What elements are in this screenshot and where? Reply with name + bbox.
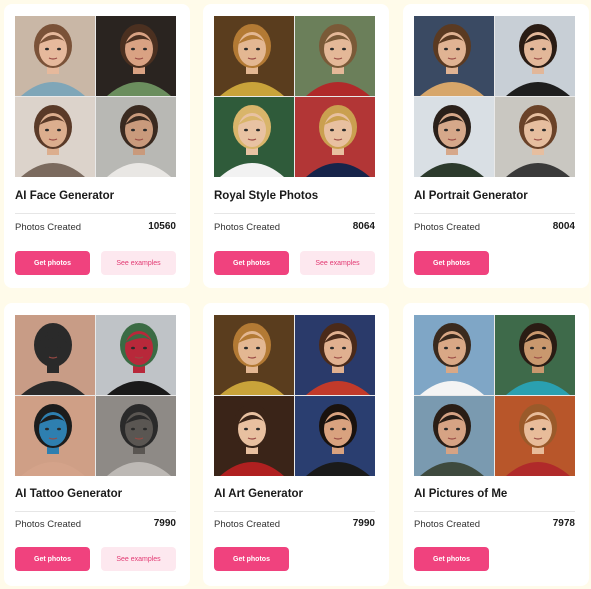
card-title: AI Art Generator — [214, 488, 304, 500]
get-photos-button[interactable]: Get photos — [15, 251, 90, 275]
divider — [414, 213, 575, 214]
sample-photo — [96, 315, 176, 395]
sample-photo — [495, 396, 575, 476]
sample-tile — [495, 97, 575, 177]
sample-mosaic — [214, 315, 375, 476]
sample-photo — [495, 16, 575, 96]
photos-count: 8064 — [352, 221, 375, 232]
card-title: AI Tattoo Generator — [15, 488, 123, 500]
divider — [214, 213, 375, 214]
sample-tile — [295, 97, 375, 177]
sample-tile — [15, 97, 95, 177]
sample-tile — [495, 16, 575, 96]
tool-card[interactable]: AI Tattoo Generator Photos Created 7990 … — [4, 303, 190, 586]
photos-count: 8004 — [552, 221, 575, 232]
card-title: AI Pictures of Me — [414, 488, 508, 500]
sample-mosaic — [15, 16, 176, 177]
sample-photo — [295, 16, 375, 96]
stat-label: Photos Created — [414, 519, 481, 530]
sample-photo — [214, 396, 294, 476]
tool-card[interactable]: AI Face Generator Photos Created 10560 G… — [4, 4, 190, 288]
sample-tile — [495, 315, 575, 395]
sample-photo — [414, 16, 494, 96]
sample-tile — [414, 315, 494, 395]
sample-photo — [214, 315, 294, 395]
sample-tile — [214, 396, 294, 476]
sample-tile — [295, 396, 375, 476]
divider — [214, 511, 375, 512]
get-photos-button[interactable]: Get photos — [414, 251, 489, 275]
tools-grid: AI Face Generator Photos Created 10560 G… — [0, 0, 591, 589]
divider — [15, 213, 176, 214]
sample-mosaic — [414, 315, 575, 476]
sample-tile — [15, 16, 95, 96]
see-examples-button[interactable]: See examples — [101, 547, 176, 571]
sample-tile — [414, 97, 494, 177]
sample-mosaic — [214, 16, 375, 177]
stat-label: Photos Created — [214, 519, 281, 530]
see-examples-button[interactable]: See examples — [300, 251, 375, 275]
sample-tile — [414, 16, 494, 96]
sample-photo — [414, 315, 494, 395]
stat-label: Photos Created — [15, 519, 82, 530]
get-photos-button[interactable]: Get photos — [414, 547, 489, 571]
tool-card[interactable]: Royal Style Photos Photos Created 8064 G… — [203, 4, 389, 288]
sample-tile — [214, 16, 294, 96]
divider — [414, 511, 575, 512]
sample-photo — [295, 315, 375, 395]
sample-tile — [96, 315, 176, 395]
sample-photo — [495, 97, 575, 177]
get-photos-button[interactable]: Get photos — [214, 547, 289, 571]
photos-count: 10560 — [148, 221, 176, 232]
card-title: AI Face Generator — [15, 190, 115, 202]
tool-card[interactable]: AI Portrait Generator Photos Created 800… — [403, 4, 589, 288]
photos-count: 7990 — [352, 518, 375, 529]
card-title: AI Portrait Generator — [414, 190, 528, 202]
sample-tile — [96, 396, 176, 476]
sample-photo — [214, 16, 294, 96]
sample-tile — [15, 396, 95, 476]
stat-label: Photos Created — [15, 222, 82, 233]
see-examples-button[interactable]: See examples — [101, 251, 176, 275]
sample-photo — [96, 396, 176, 476]
card-title: Royal Style Photos — [214, 190, 319, 202]
sample-mosaic — [15, 315, 176, 476]
sample-mosaic — [414, 16, 575, 177]
sample-tile — [15, 315, 95, 395]
tool-card[interactable]: AI Art Generator Photos Created 7990 Get… — [203, 303, 389, 586]
sample-tile — [414, 396, 494, 476]
photos-count: 7978 — [552, 518, 575, 529]
divider — [15, 511, 176, 512]
sample-tile — [214, 315, 294, 395]
sample-tile — [295, 315, 375, 395]
stat-label: Photos Created — [414, 222, 481, 233]
tool-card[interactable]: AI Pictures of Me Photos Created 7978 Ge… — [403, 303, 589, 586]
sample-tile — [295, 16, 375, 96]
sample-tile — [96, 97, 176, 177]
sample-photo — [96, 16, 176, 96]
sample-photo — [414, 396, 494, 476]
sample-tile — [495, 396, 575, 476]
stat-label: Photos Created — [214, 222, 281, 233]
sample-photo — [15, 315, 95, 395]
sample-photo — [15, 16, 95, 96]
sample-photo — [414, 97, 494, 177]
sample-photo — [15, 97, 95, 177]
sample-photo — [15, 396, 95, 476]
sample-photo — [96, 97, 176, 177]
get-photos-button[interactable]: Get photos — [15, 547, 90, 571]
sample-tile — [96, 16, 176, 96]
sample-photo — [295, 97, 375, 177]
photos-count: 7990 — [153, 518, 176, 529]
sample-photo — [295, 396, 375, 476]
get-photos-button[interactable]: Get photos — [214, 251, 289, 275]
sample-photo — [214, 97, 294, 177]
sample-photo — [495, 315, 575, 395]
sample-tile — [214, 97, 294, 177]
